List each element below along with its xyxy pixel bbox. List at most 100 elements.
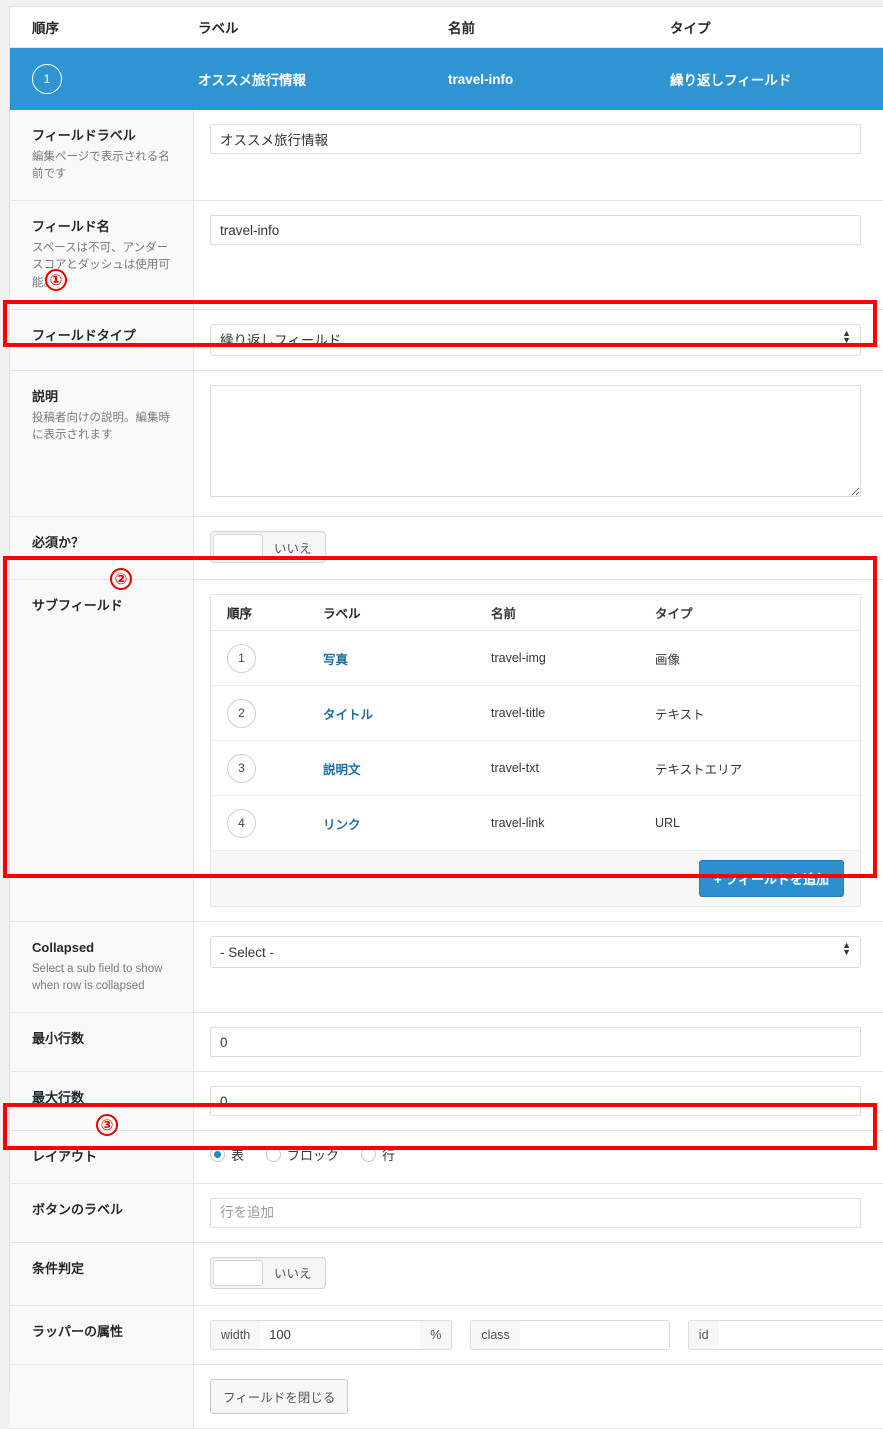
sub-fields-table-header: 順序 ラベル 名前 タイプ: [211, 595, 860, 632]
column-header-label: ラベル: [198, 21, 239, 36]
required-toggle-knob[interactable]: [213, 534, 263, 561]
row-field-label-side: フィールドラベル 編集ページで表示される名前です: [10, 110, 194, 201]
layout-radio-row[interactable]: 行: [361, 1145, 395, 1164]
sub-order-badge: 1: [227, 643, 256, 673]
row-field-name-title: フィールド名: [32, 219, 110, 235]
row-button-label-control: [194, 1184, 883, 1242]
sub-column-header-order: 順序: [227, 607, 253, 622]
row-conditional-side: 条件判定: [10, 1242, 194, 1305]
row-layout-side: レイアウト: [10, 1131, 194, 1183]
row-min-rows-side: 最小行数: [10, 1013, 194, 1072]
sub-type-cell: 画像: [655, 652, 681, 667]
layout-radio-block-label: ブロック: [287, 1148, 340, 1164]
field-settings-panel: 順序 ラベル 名前 タイプ 1 オススメ旅行情報 travel-info 繰り返…: [9, 6, 883, 1429]
sub-name-cell: travel-txt: [491, 761, 539, 776]
wrapper-percent-addon: %: [420, 1319, 453, 1350]
row-sub-fields-control: 順序 ラベル 名前 タイプ 1 写真 travel-img 画像 2 タイトル …: [194, 580, 883, 921]
conditional-toggle[interactable]: いいえ: [210, 1256, 326, 1289]
row-field-name-side: フィールド名 スペースは不可、アンダースコアとダッシュは使用可能。: [10, 201, 194, 310]
sub-name-cell: travel-img: [491, 651, 546, 666]
column-header-order: 順序: [32, 21, 59, 36]
instructions-textarea[interactable]: [210, 385, 861, 498]
field-label-input[interactable]: [210, 124, 861, 154]
row-sub-fields: サブフィールド 順序 ラベル 名前 タイプ 1 写真 travel-img 画像: [10, 580, 883, 923]
table-row[interactable]: 4 リンク travel-link URL: [211, 796, 860, 852]
column-header-type: タイプ: [670, 21, 711, 36]
sub-label-cell[interactable]: タイトル: [323, 704, 491, 723]
sub-column-header-name: 名前: [491, 607, 517, 622]
radio-icon[interactable]: [266, 1147, 282, 1163]
row-field-type-side: フィールドタイプ: [10, 310, 194, 371]
row-min-rows: 最小行数: [10, 1013, 883, 1073]
table-row[interactable]: 3 説明文 travel-txt テキストエリア: [211, 741, 860, 797]
field-list-active-row[interactable]: 1 オススメ旅行情報 travel-info 繰り返しフィールド: [10, 48, 883, 110]
field-name-cell: travel-info: [448, 71, 514, 87]
max-rows-input[interactable]: [210, 1086, 861, 1117]
row-conditional: 条件判定 いいえ: [10, 1242, 883, 1306]
sub-order-cell: 1: [211, 643, 323, 673]
row-wrapper-title: ラッパーの属性: [32, 1323, 124, 1339]
row-instructions-control: [194, 371, 883, 516]
annotation-marker-2: ②: [110, 568, 132, 590]
sub-type-cell: テキスト: [655, 707, 705, 722]
radio-selected-icon[interactable]: [210, 1147, 225, 1163]
sub-name-cell: travel-title: [491, 706, 546, 721]
row-collapsed-desc: Select a sub field to show when row is c…: [32, 962, 163, 993]
row-min-rows-title: 最小行数: [32, 1031, 85, 1047]
row-sub-fields-title: サブフィールド: [32, 598, 123, 614]
wrapper-class-group: class: [470, 1319, 670, 1350]
row-required-side: 必須か？: [10, 517, 194, 580]
collapsed-select[interactable]: - Select -: [210, 936, 861, 969]
row-layout-title: レイアウト: [32, 1149, 98, 1165]
row-conditional-title: 条件判定: [32, 1260, 85, 1276]
row-conditional-control: いいえ: [194, 1243, 883, 1305]
row-field-type: フィールドタイプ 繰り返しフィールド ▲ ▼: [10, 310, 883, 372]
sub-column-header-label: ラベル: [323, 607, 361, 622]
row-layout-control: 表 ブロック 行: [194, 1131, 883, 1183]
min-rows-input[interactable]: [210, 1027, 861, 1058]
add-field-button[interactable]: + フィールドを追加: [699, 860, 844, 898]
sub-name-cell: travel-link: [491, 816, 545, 831]
row-layout: レイアウト 表 ブロック 行: [10, 1131, 883, 1184]
field-type-select[interactable]: 繰り返しフィールド: [210, 324, 861, 357]
row-field-label-desc: 編集ページで表示される名前です: [32, 150, 170, 181]
row-required-control: いいえ: [194, 517, 883, 579]
wrapper-class-input[interactable]: [519, 1319, 670, 1350]
sub-order-badge: 4: [227, 808, 256, 838]
row-button-label: ボタンのラベル: [10, 1183, 883, 1243]
row-field-label-title: フィールドラベル: [32, 128, 136, 143]
row-instructions-desc: 投稿者向けの説明。編集時に表示されます: [32, 411, 170, 442]
row-collapsed-title: Collapsed: [32, 940, 95, 956]
row-button-label-side: ボタンのラベル: [10, 1183, 194, 1242]
layout-radio-table[interactable]: 表: [210, 1145, 244, 1164]
row-max-rows: 最大行数: [10, 1072, 883, 1132]
required-toggle[interactable]: いいえ: [210, 531, 326, 564]
row-field-name: フィールド名 スペースは不可、アンダースコアとダッシュは使用可能。: [10, 201, 883, 311]
row-required-title: 必須か？: [32, 535, 85, 551]
sub-label-cell[interactable]: 写真: [323, 649, 491, 668]
field-name-input[interactable]: [210, 215, 861, 246]
sub-label-cell[interactable]: リンク: [323, 814, 491, 833]
sub-order-badge: 2: [227, 698, 256, 728]
sub-fields-table: 順序 ラベル 名前 タイプ 1 写真 travel-img 画像 2 タイトル …: [210, 594, 861, 908]
layout-radio-block[interactable]: ブロック: [266, 1145, 339, 1164]
close-field-button[interactable]: フィールドを閉じる: [210, 1378, 349, 1414]
annotation-marker-1: ①: [45, 269, 67, 291]
button-label-input[interactable]: [210, 1197, 861, 1228]
table-row[interactable]: 2 タイトル travel-title テキスト: [211, 686, 860, 742]
wrapper-width-input[interactable]: [260, 1319, 421, 1350]
row-wrapper-control: width % class id: [194, 1306, 883, 1364]
wrapper-id-input[interactable]: [718, 1319, 883, 1350]
conditional-toggle-knob[interactable]: [213, 1259, 263, 1286]
table-row[interactable]: 1 写真 travel-img 画像: [211, 631, 860, 687]
row-min-rows-control: [194, 1013, 883, 1071]
row-collapsed: Collapsed Select a sub field to show whe…: [10, 922, 883, 1014]
field-type-cell: 繰り返しフィールド: [670, 73, 792, 88]
row-field-type-title: フィールドタイプ: [32, 328, 136, 344]
radio-icon[interactable]: [361, 1147, 377, 1163]
field-label-cell[interactable]: オススメ旅行情報: [198, 69, 448, 89]
collapsed-select-wrap: - Select - ▲ ▼: [210, 936, 861, 969]
sub-label-cell[interactable]: 説明文: [323, 759, 491, 778]
row-instructions-side: 説明 投稿者向けの説明。編集時に表示されます: [10, 371, 194, 517]
row-collapsed-control: - Select - ▲ ▼: [194, 922, 883, 1012]
